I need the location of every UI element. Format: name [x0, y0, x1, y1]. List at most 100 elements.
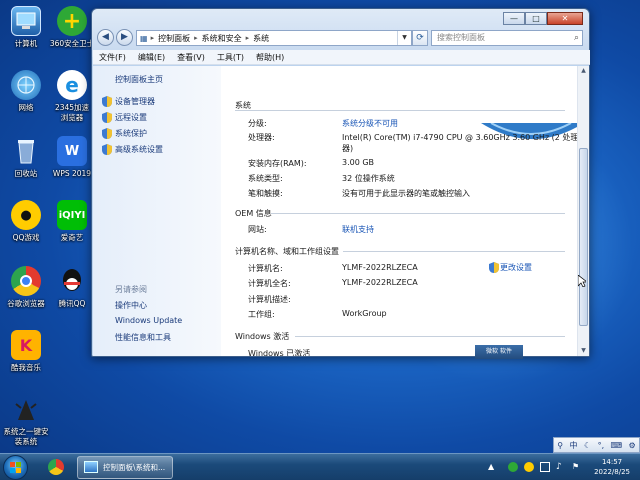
menu-view[interactable]: 查看(V) [171, 52, 211, 63]
address-dropdown-icon[interactable]: ▼ [397, 31, 411, 45]
windows-logo-icon [10, 462, 21, 473]
breadcrumb-system[interactable]: 系统 [249, 33, 273, 44]
change-settings-link[interactable]: 更改设置 [489, 262, 532, 273]
desktop-icon-label: 酷我音乐 [11, 363, 41, 372]
section-divider [235, 110, 565, 111]
scroll-up-icon[interactable]: ▲ [578, 66, 589, 76]
shield-icon [102, 96, 112, 107]
pen-touch-value: 没有可用于此显示器的笔或触控输入 [342, 189, 470, 198]
section-divider [343, 251, 565, 252]
ram-value: 3.00 GB [342, 158, 375, 167]
forward-button[interactable]: ▶ [116, 29, 133, 46]
desktop-icon-chrome[interactable]: 谷歌浏览器 [0, 266, 52, 309]
desktop-icon-computer[interactable]: 计算机 [0, 6, 52, 49]
close-button[interactable]: ✕ [547, 12, 583, 25]
full-name-value: YLMF-2022RLZECA [342, 278, 418, 287]
desktop-icon-qqgame[interactable]: ● QQ游戏 [0, 200, 52, 243]
moon-icon[interactable]: ☾ [584, 441, 591, 450]
taskbar-chrome[interactable] [42, 456, 70, 479]
notification-flag-icon[interactable]: ⚑ [572, 462, 582, 472]
maximize-button[interactable]: □ [525, 12, 547, 25]
back-button[interactable]: ◀ [97, 29, 114, 46]
sidebar-home-link[interactable]: 控制面板主页 [115, 74, 163, 85]
refresh-button[interactable]: ⟳ [412, 30, 428, 46]
scroll-thumb[interactable] [579, 148, 588, 326]
description-label: 计算机描述: [248, 295, 291, 304]
search-placeholder: 搜索控制面板 [437, 33, 485, 42]
chrome-icon [48, 459, 64, 475]
address-bar[interactable]: ▦ ▸ 控制面板 ▸ 系统和安全 ▸ 系统 ▼ [136, 30, 412, 46]
menu-bar: 文件(F) 编辑(E) 查看(V) 工具(T) 帮助(H) [93, 50, 590, 65]
desktop-icon-recycle[interactable]: 回收站 [0, 136, 52, 179]
control-panel-icon: ▦ [140, 33, 148, 43]
sidebar-item-device-manager[interactable]: 设备管理器 [115, 96, 155, 107]
vertical-scrollbar[interactable]: ▲ ▼ [577, 66, 589, 356]
desktop-icon-label: 系统之一键安装系统 [3, 427, 49, 446]
language-indicator[interactable]: 中 [570, 440, 578, 451]
back-arrow-icon: ◀ [102, 32, 109, 42]
shield-icon [489, 262, 499, 273]
punctuation-icon[interactable]: °, [598, 441, 605, 450]
computer-name-heading: 计算机名称、域和工作组设置 [235, 247, 339, 256]
computer-name-value: YLMF-2022RLZECA [342, 263, 418, 272]
taskbar-control-panel[interactable]: 控制面板\系统和... [77, 456, 173, 479]
desktop-icon-network[interactable]: 网络 [0, 70, 52, 113]
processor-value: Intel(R) Core(TM) i7-4790 CPU @ 3.60GHz … [342, 133, 577, 142]
activation-status: Windows 已激活 [248, 349, 311, 356]
language-bar[interactable]: ⚲ 中 ☾ °, ⌨ ⚙ [553, 437, 640, 453]
activation-heading: Windows 激活 [235, 332, 290, 341]
sidebar-item-advanced-settings[interactable]: 高级系统设置 [115, 144, 163, 155]
computer-name-label: 计算机名: [248, 264, 283, 273]
see-also-windows-update[interactable]: Windows Update [115, 316, 182, 325]
desktop-icon-label: 2345加速浏览器 [54, 103, 90, 122]
search-input[interactable]: 搜索控制面板 ⌕ [431, 30, 583, 46]
workgroup-value: WorkGroup [342, 309, 387, 318]
kuwo-icon: K [11, 330, 41, 360]
menu-help[interactable]: 帮助(H) [250, 52, 290, 63]
breadcrumb-control-panel[interactable]: 控制面板 [154, 33, 194, 44]
scroll-down-icon[interactable]: ▼ [578, 346, 589, 356]
desktop-icon-label: 谷歌浏览器 [7, 299, 45, 308]
full-name-label: 计算机全名: [248, 279, 291, 288]
desktop-icon-label: 计算机 [14, 39, 38, 48]
desktop-icon-kuwo[interactable]: K 酷我音乐 [0, 330, 52, 373]
settings-icon[interactable]: ⚙ [629, 441, 636, 450]
taskbar-window-title: 控制面板\系统和... [103, 463, 166, 472]
clock-date: 2022/8/25 [594, 468, 630, 476]
rating-link[interactable]: 系统分级不可用 [342, 118, 398, 129]
desktop-icon-label: 网络 [18, 103, 34, 112]
workgroup-label: 工作组: [248, 310, 275, 319]
ime-icon[interactable]: ⚲ [557, 441, 563, 450]
sidebar-item-remote-settings[interactable]: 远程设置 [115, 112, 147, 123]
see-also-performance[interactable]: 性能信息和工具 [115, 332, 171, 343]
shield-tray-icon[interactable] [524, 462, 534, 472]
volume-icon[interactable]: ♪ [556, 462, 566, 472]
taskbar: 控制面板\系统和... ▲ ♪ ⚑ 14:57 2022/8/25 [0, 453, 640, 480]
start-button[interactable] [3, 455, 28, 480]
qq-icon [57, 266, 87, 296]
system-type-value: 32 位操作系统 [342, 174, 395, 183]
breadcrumb-system-security[interactable]: 系统和安全 [198, 33, 246, 44]
see-also-action-center[interactable]: 操作中心 [115, 300, 147, 311]
360-tray-icon[interactable] [508, 462, 518, 472]
menu-file[interactable]: 文件(F) [93, 52, 132, 63]
network-tray-icon[interactable] [540, 462, 550, 472]
network-icon [11, 70, 41, 100]
menu-edit[interactable]: 编辑(E) [132, 52, 171, 63]
sidebar-item-system-protection[interactable]: 系统保护 [115, 128, 147, 139]
processor-label: 处理器: [248, 133, 275, 142]
wps-icon: W [57, 136, 87, 166]
window-controls: — □ ✕ [503, 12, 583, 25]
menu-tools[interactable]: 工具(T) [211, 52, 250, 63]
keyboard-icon[interactable]: ⌨ [611, 441, 623, 450]
clock-time: 14:57 [601, 458, 623, 466]
clock[interactable]: 14:57 2022/8/25 [594, 457, 630, 477]
section-divider [271, 213, 565, 214]
chrome-icon [11, 266, 41, 296]
desktop-icon-sysinstall[interactable]: 系统之一键安装系统 [0, 394, 52, 447]
show-hidden-icons-icon[interactable]: ▲ [488, 462, 498, 472]
shield-icon [102, 128, 112, 139]
online-support-link[interactable]: 联机支持 [342, 224, 374, 235]
minimize-button[interactable]: — [503, 12, 525, 25]
processor-value-cont: 器) [342, 144, 354, 153]
